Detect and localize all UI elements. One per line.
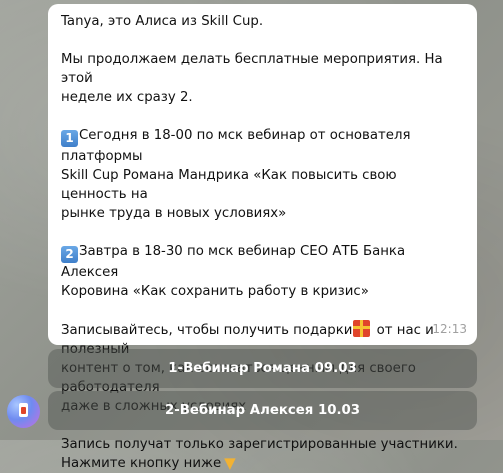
message-item-1: 1 Сегодня в 18-00 по мск вебинар от основ… bbox=[61, 126, 465, 223]
message-item-1-text: Сегодня в 18-00 по мск вебинар от основа… bbox=[61, 128, 411, 221]
message-intro: Мы продолжаем делать бесплатные мероприя… bbox=[61, 52, 443, 105]
webinar-alexey-button[interactable]: 2-Вебинар Алексея 10.03 bbox=[48, 391, 477, 430]
keycap-1-icon: 1 bbox=[61, 130, 78, 147]
bot-avatar-icon[interactable] bbox=[7, 395, 40, 428]
message-notice-text: Запись получат только зарегистрированные… bbox=[61, 437, 458, 471]
message-bubble: Tanya, это Алиса из Skill Cup. Мы продол… bbox=[48, 4, 477, 472]
message-notice: Запись получат только зарегистрированные… bbox=[61, 435, 465, 473]
message-item-2-text: Завтра в 18-30 по мск вебинар CEO АТБ Ба… bbox=[61, 244, 406, 299]
message-item-2: 2 Завтра в 18-30 по мск вебинар CEO АТБ Б… bbox=[61, 242, 465, 301]
webinar-roman-button[interactable]: 1-Вебинар Романа 09.03 bbox=[48, 349, 477, 388]
pointing-down-icon: ▼ bbox=[224, 454, 236, 472]
message-signup-text-a: Записывайтесь, чтобы получить подарки bbox=[61, 323, 353, 338]
gift-icon bbox=[353, 320, 371, 337]
message-greeting: Tanya, это Алиса из Skill Cup. bbox=[61, 14, 264, 29]
message-timestamp: 12:13 bbox=[432, 322, 467, 336]
avatar-glyph bbox=[19, 403, 28, 417]
keycap-2-icon: 2 bbox=[61, 246, 78, 263]
